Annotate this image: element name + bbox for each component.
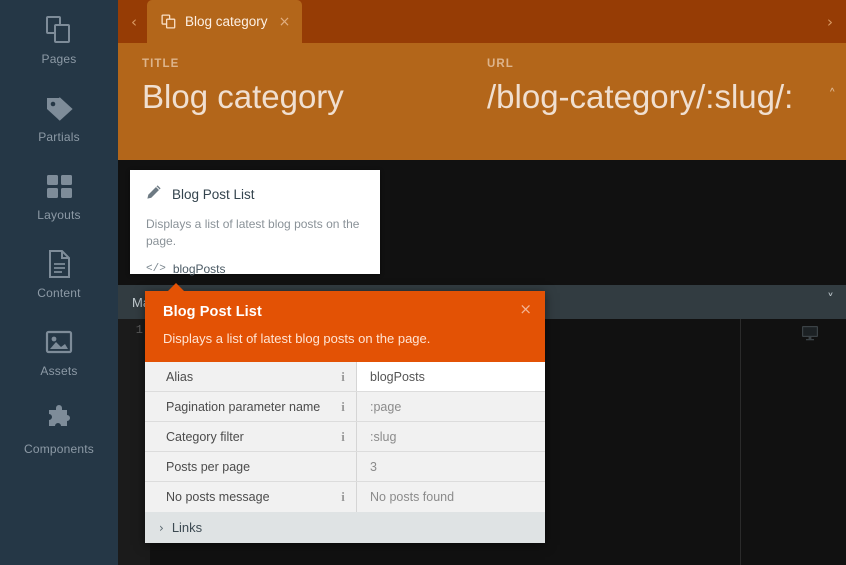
- component-card-header: Blog Post List: [146, 184, 364, 205]
- image-icon: [43, 326, 75, 358]
- info-icon[interactable]: i: [338, 429, 348, 445]
- monitor-icon[interactable]: [801, 325, 819, 346]
- url-field[interactable]: URL /blog-category/:slug/:: [487, 58, 832, 117]
- title-field-value[interactable]: Blog category: [142, 76, 482, 117]
- sidebar-item-partials[interactable]: Partials: [0, 78, 118, 156]
- property-label-cell: Pagination parameter name i: [145, 392, 357, 421]
- sidebar-item-layouts[interactable]: Layouts: [0, 156, 118, 234]
- component-card-description: Displays a list of latest blog posts on …: [146, 217, 360, 249]
- app-root: Pages Partials Layouts Content Assets Co…: [0, 0, 846, 565]
- info-icon[interactable]: i: [338, 489, 348, 505]
- tabs-scroll-right-icon[interactable]: ›: [818, 0, 842, 43]
- pencil-icon: [146, 184, 162, 205]
- property-label-cell: Posts per page: [145, 452, 357, 481]
- table-row[interactable]: Alias i blogPosts: [145, 362, 545, 392]
- links-expander[interactable]: › Links: [145, 512, 545, 543]
- tab-label: Blog category: [185, 14, 268, 29]
- info-icon[interactable]: i: [338, 369, 348, 385]
- sidebar-item-content[interactable]: Content: [0, 234, 118, 312]
- main-sidebar: Pages Partials Layouts Content Assets Co…: [0, 0, 118, 565]
- close-icon[interactable]: ×: [519, 302, 532, 317]
- sidebar-item-components[interactable]: Components: [0, 390, 118, 468]
- property-label: No posts message: [166, 490, 270, 504]
- table-row[interactable]: Category filter i :slug: [145, 422, 545, 452]
- property-label: Pagination parameter name: [166, 399, 321, 414]
- popup-title: Blog Post List: [163, 304, 262, 320]
- component-inspector-popup: Blog Post List Displays a list of latest…: [145, 283, 545, 543]
- property-value-input[interactable]: blogPosts: [357, 362, 545, 391]
- sidebar-item-label: Partials: [38, 129, 80, 144]
- property-value-input[interactable]: :slug: [357, 422, 545, 451]
- tab-blog-category[interactable]: Blog category ×: [147, 0, 303, 43]
- pages-icon: [161, 14, 176, 29]
- tab-bar: ‹ Blog category × ›: [118, 0, 846, 43]
- chevron-right-icon: ›: [159, 520, 164, 535]
- tabs-scroll-left-icon[interactable]: ‹: [122, 0, 146, 43]
- sidebar-item-label: Pages: [41, 51, 77, 66]
- table-row[interactable]: Posts per page 3: [145, 452, 545, 482]
- title-field[interactable]: TITLE Blog category: [142, 58, 482, 117]
- property-label-cell: Alias i: [145, 362, 357, 391]
- links-expander-label: Links: [171, 520, 203, 535]
- editor-vertical-divider: [740, 319, 741, 565]
- popup-header: Blog Post List Displays a list of latest…: [145, 291, 545, 362]
- property-label: Alias: [166, 369, 194, 384]
- property-label: Category filter: [166, 429, 244, 444]
- component-card-title: Blog Post List: [172, 187, 255, 202]
- document-icon: [43, 248, 75, 280]
- grid-icon: [43, 170, 75, 202]
- code-icon: </>: [146, 262, 166, 275]
- popup-description: Displays a list of latest blog posts on …: [163, 331, 431, 346]
- url-field-label: URL: [487, 58, 514, 70]
- property-value-input[interactable]: No posts found: [357, 482, 545, 512]
- component-card-alias-value: blogPosts: [172, 261, 226, 276]
- pages-icon: [43, 14, 75, 46]
- component-card[interactable]: Blog Post List Displays a list of latest…: [130, 170, 380, 276]
- sidebar-item-assets[interactable]: Assets: [0, 312, 118, 390]
- puzzle-icon: [43, 404, 75, 436]
- close-icon[interactable]: ×: [279, 14, 291, 30]
- url-field-value[interactable]: /blog-category/:slug/:: [487, 76, 832, 117]
- sidebar-item-pages[interactable]: Pages: [0, 0, 118, 78]
- table-row[interactable]: Pagination parameter name i :page: [145, 392, 545, 422]
- chevron-down-icon[interactable]: ˅: [827, 293, 834, 307]
- sidebar-item-label: Content: [37, 285, 81, 300]
- info-icon[interactable]: i: [338, 399, 348, 415]
- property-value-input[interactable]: :page: [357, 392, 545, 421]
- tag-icon: [43, 92, 75, 124]
- table-row[interactable]: No posts message i No posts found: [145, 482, 545, 512]
- sidebar-item-label: Assets: [40, 363, 78, 378]
- page-header: TITLE Blog category URL /blog-category/:…: [118, 43, 846, 184]
- sidebar-item-label: Components: [23, 441, 95, 456]
- property-value-input[interactable]: 3: [357, 452, 545, 481]
- properties-table: Alias i blogPosts Pagination parameter n…: [145, 362, 545, 512]
- property-label-cell: No posts message i: [145, 482, 357, 512]
- sidebar-item-label: Layouts: [37, 207, 81, 222]
- title-field-label: TITLE: [142, 58, 180, 70]
- component-card-alias: </> blogPosts: [146, 262, 364, 276]
- chevron-up-icon[interactable]: ˄: [829, 88, 837, 103]
- property-label-cell: Category filter i: [145, 422, 357, 451]
- property-label: Posts per page: [166, 459, 251, 474]
